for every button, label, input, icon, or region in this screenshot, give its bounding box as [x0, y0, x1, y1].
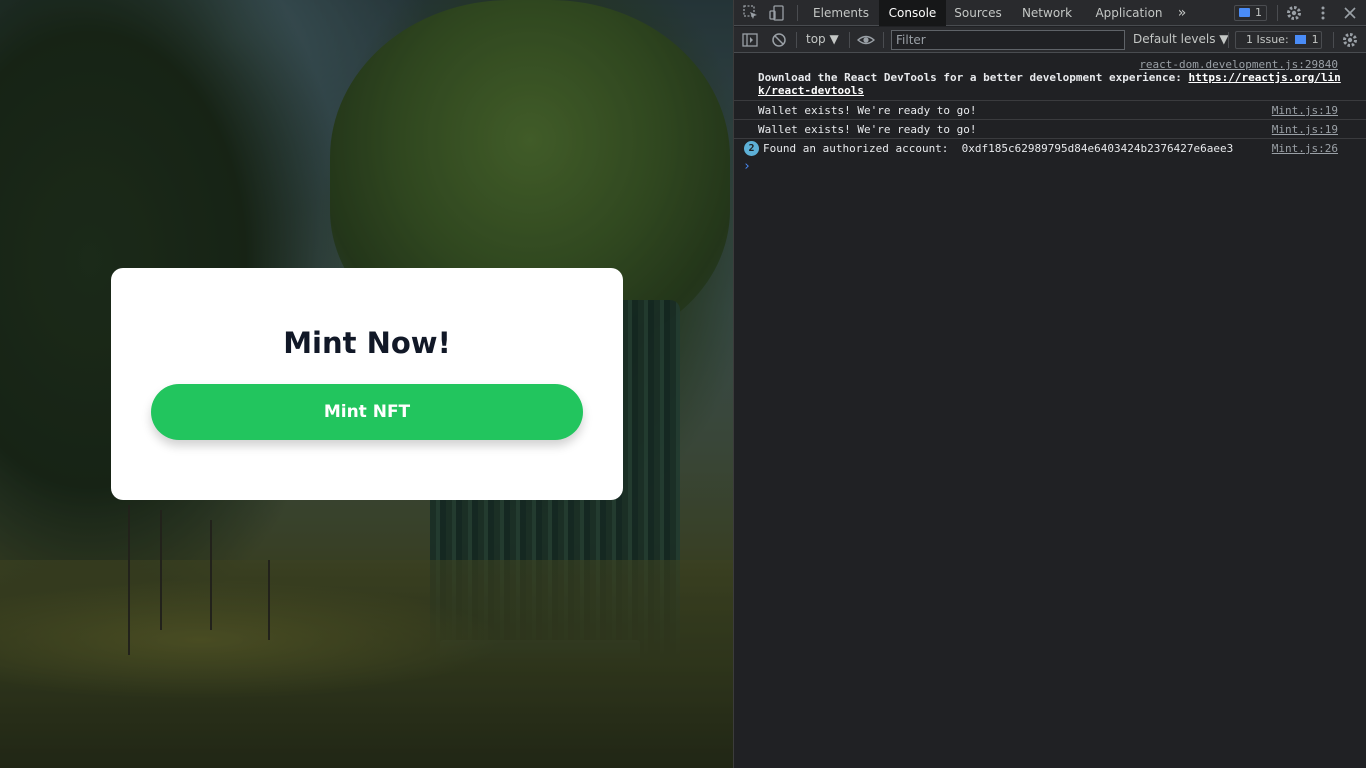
tab-network[interactable]: Network [1015, 0, 1079, 26]
tab-sources[interactable]: Sources [948, 0, 1008, 26]
messages-count: 1 [1255, 6, 1262, 19]
toolbar-separator [797, 5, 798, 21]
console-prompt-icon[interactable]: › [743, 159, 751, 174]
message-text: Download the React DevTools for a better… [758, 71, 1341, 84]
card-title: Mint Now! [283, 326, 451, 360]
message-source-link[interactable]: Mint.js:19 [1272, 104, 1338, 117]
sidebar-toggle-icon[interactable] [741, 31, 759, 49]
live-expression-eye-icon[interactable] [856, 31, 876, 49]
context-selector[interactable]: top ▼ [806, 32, 839, 46]
mint-nft-button[interactable]: Mint NFT [151, 384, 583, 440]
tab-application[interactable]: Application [1087, 0, 1171, 26]
console-message: 2 Found an authorized account: 0xdf185c6… [734, 139, 1366, 158]
console-output: react-dom.development.js:29840 Download … [734, 54, 1366, 768]
react-devtools-link[interactable]: https://reactjs.org/lin [1188, 71, 1340, 84]
console-filter-input[interactable] [891, 30, 1125, 50]
message-text: Wallet exists! We're ready to go! [758, 123, 977, 136]
toolbar-separator [1277, 5, 1278, 21]
message-text: Wallet exists! We're ready to go! [758, 104, 977, 117]
message-source-link[interactable]: react-dom.development.js:29840 [1139, 58, 1338, 71]
console-message: Wallet exists! We're ready to go! Mint.j… [734, 120, 1366, 139]
message-text: Found an authorized account: 0xdf185c629… [763, 142, 1234, 155]
issues-button[interactable]: 1 Issue: 1 [1235, 31, 1322, 49]
mint-card: Mint Now! Mint NFT [111, 268, 623, 500]
inspect-element-icon[interactable] [742, 4, 760, 22]
more-tabs-icon[interactable]: » [1174, 0, 1190, 26]
repeat-count-badge: 2 [744, 141, 759, 156]
messages-badge[interactable]: 1 [1234, 5, 1267, 21]
devtools-tab-bar: Elements Console Sources Network Applica… [734, 0, 1366, 26]
clear-console-icon[interactable] [770, 31, 788, 49]
message-text-continued: k/react-devtools [758, 84, 864, 97]
device-toolbar-icon[interactable] [768, 4, 786, 22]
message-source-link[interactable]: Mint.js:26 [1272, 142, 1338, 155]
issue-icon [1295, 35, 1307, 44]
devtools-panel: Elements Console Sources Network Applica… [733, 0, 1366, 768]
message-source-link[interactable]: Mint.js:19 [1272, 123, 1338, 136]
toolbar-separator [883, 32, 884, 48]
more-options-icon[interactable] [1314, 4, 1332, 22]
message-text-part: Download the React DevTools for a better… [758, 71, 1189, 84]
message-icon [1239, 8, 1250, 17]
log-levels-dropdown[interactable]: Default levels ▼ [1133, 32, 1229, 46]
issues-count: 1 [1311, 33, 1319, 46]
console-message: Wallet exists! We're ready to go! Mint.j… [734, 101, 1366, 120]
web-page: Mint Now! Mint NFT [0, 0, 733, 768]
console-toolbar: top ▼ Default levels ▼ 1 Issue: 1 [734, 27, 1366, 53]
console-message: react-dom.development.js:29840 Download … [734, 54, 1366, 101]
settings-gear-icon[interactable] [1285, 4, 1303, 22]
react-devtools-link-continued[interactable]: k/react-devtools [758, 84, 864, 97]
toolbar-separator [1228, 32, 1229, 48]
toolbar-separator [1333, 32, 1334, 48]
toolbar-separator [849, 32, 850, 48]
tab-console[interactable]: Console [879, 0, 946, 26]
console-settings-gear-icon[interactable] [1341, 31, 1359, 49]
toolbar-separator [796, 32, 797, 48]
close-devtools-icon[interactable] [1341, 4, 1359, 22]
issues-label: 1 Issue: [1246, 33, 1289, 46]
tab-elements[interactable]: Elements [806, 0, 876, 26]
